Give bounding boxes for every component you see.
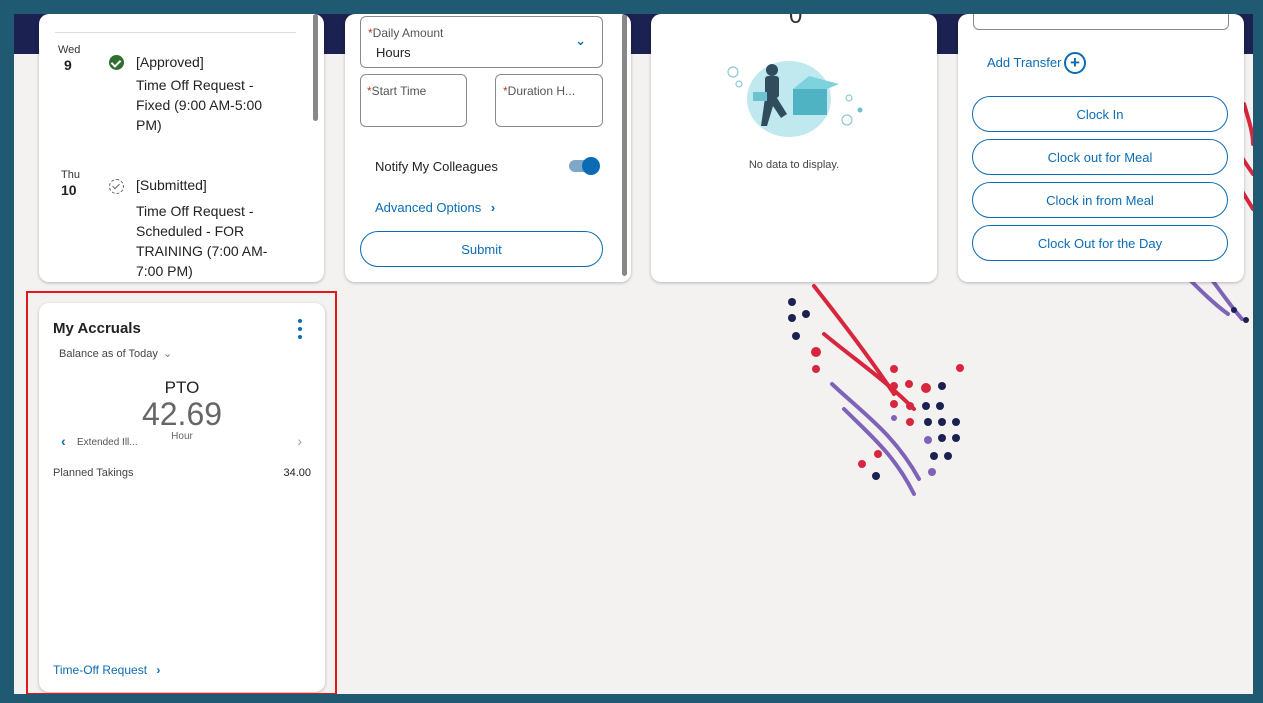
chevron-down-icon: ⌄ [575, 33, 586, 48]
advanced-options-link[interactable]: Advanced Options › [375, 200, 495, 215]
accrual-unit: Hour [171, 431, 193, 442]
clock-out-day-button[interactable]: Clock Out for the Day [972, 225, 1228, 261]
divider [55, 32, 296, 33]
notify-colleagues-label: Notify My Colleagues [375, 159, 498, 174]
summary-value: 0 [789, 14, 803, 29]
duration-label: Duration H... [507, 84, 576, 98]
clock-in-button[interactable]: Clock In [972, 96, 1228, 132]
advanced-options-label: Advanced Options [375, 200, 482, 215]
main-content: Wed 9 [Approved] Time Off Request - Fixe… [14, 14, 1253, 694]
more-options-icon[interactable] [298, 319, 302, 343]
notify-colleagues-toggle[interactable] [569, 157, 600, 175]
entry-status: [Approved] [136, 54, 204, 70]
entry-date: 10 [61, 182, 77, 198]
entry-status: [Submitted] [136, 177, 207, 193]
time-off-request-label: Time-Off Request [53, 663, 148, 677]
entry-line[interactable]: PM) [136, 115, 162, 135]
punch-card: Add Transfer + Clock In Clock out for Me… [958, 14, 1244, 282]
clock-in-meal-button[interactable]: Clock in from Meal [972, 182, 1228, 218]
entry-line[interactable]: TRAINING (7:00 AM- [136, 241, 267, 261]
add-circle-icon[interactable]: + [1064, 52, 1086, 74]
planned-takings-value: 34.00 [283, 467, 311, 479]
accrual-code: PTO [164, 378, 200, 397]
entry-line[interactable]: Scheduled - FOR [136, 221, 244, 241]
summary-card: 0 No data to display. [651, 14, 937, 282]
daily-amount-select[interactable]: *Daily Amount Hours ⌄ [360, 16, 603, 68]
start-time-label: Start Time [371, 84, 427, 98]
entry-day: Wed [58, 44, 81, 56]
add-transfer-label[interactable]: Add Transfer [987, 55, 1061, 70]
transfer-field[interactable] [973, 14, 1229, 30]
submit-button[interactable]: Submit [360, 231, 603, 267]
chevron-right-icon: › [156, 663, 161, 677]
entry-day: Thu [61, 169, 80, 181]
chevron-right-icon: › [490, 200, 496, 215]
time-off-request-link[interactable]: Time-Off Request › [53, 663, 160, 677]
chevron-down-icon: ⌄ [162, 348, 173, 360]
no-data-message: No data to display. [748, 159, 840, 171]
schedule-card: Wed 9 [Approved] Time Off Request - Fixe… [39, 14, 324, 282]
entry-line[interactable]: 7:00 PM) [136, 261, 193, 281]
time-off-form-card: *Daily Amount Hours ⌄ *Start Time *Durat… [345, 14, 631, 282]
approved-check-icon [109, 55, 124, 70]
daily-amount-label: Daily Amount [372, 26, 444, 40]
empty-state-illustration [727, 61, 863, 137]
planned-takings-label: Planned Takings [53, 467, 134, 479]
my-accruals-card: My Accruals Balance as of Today ⌄ PTO 42… [39, 303, 325, 692]
start-time-field[interactable]: *Start Time [360, 74, 467, 127]
balance-as-of-label: Balance as of Today [59, 348, 158, 360]
balance-selector[interactable]: Balance as of Today ⌄ [59, 347, 172, 360]
entry-line[interactable]: Fixed (9:00 AM-5:00 [136, 95, 262, 115]
duration-hours-field[interactable]: *Duration H... [495, 74, 603, 127]
submitted-status-icon [109, 179, 124, 194]
entry-line[interactable]: Time Off Request - [136, 201, 253, 221]
clock-out-meal-button[interactable]: Clock out for Meal [972, 139, 1228, 175]
accrual-amount: 42.69 [141, 396, 223, 432]
accruals-title: My Accruals [53, 320, 141, 337]
entry-line[interactable]: Time Off Request - [136, 75, 253, 95]
entry-date: 9 [64, 57, 72, 73]
form-scrollbar[interactable] [622, 14, 627, 276]
chevron-right-icon[interactable]: › [297, 433, 302, 449]
schedule-scrollbar[interactable] [313, 14, 318, 121]
daily-amount-value: Hours [376, 45, 411, 60]
